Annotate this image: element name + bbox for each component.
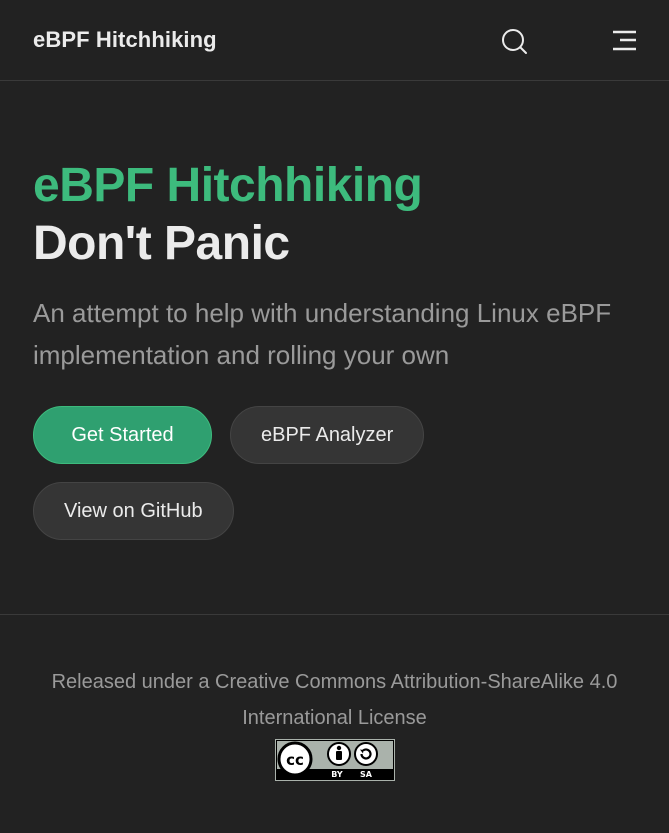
hero-actions: Get Started eBPF Analyzer View on GitHub (33, 406, 633, 540)
hero-name: eBPF Hitchhiking (33, 159, 423, 212)
badge-sa-label: SA (360, 770, 373, 779)
get-started-button[interactable]: Get Started (33, 406, 212, 464)
hero-text: Don't Panic (33, 217, 290, 270)
menu-icon[interactable] (610, 29, 638, 53)
footer: Released under a Creative Commons Attrib… (0, 664, 669, 786)
cc-by-sa-badge-icon[interactable]: cc BY SA (274, 739, 395, 781)
hero-tagline: An attempt to help with understanding Li… (33, 298, 612, 370)
view-on-github-button[interactable]: View on GitHub (33, 482, 234, 540)
navbar: eBPF Hitchhiking (0, 0, 669, 81)
footer-divider (0, 614, 669, 615)
badge-by-label: BY (331, 770, 343, 779)
hero: eBPF Hitchhiking Don't Panic An attempt … (0, 157, 669, 376)
page: eBPF Hitchhiking eBPF Hitchhiking Don't … (0, 0, 669, 833)
footer-message: Released under a Creative Commons Attrib… (51, 671, 618, 729)
ebpf-analyzer-button[interactable]: eBPF Analyzer (230, 406, 425, 464)
search-icon[interactable] (500, 27, 528, 55)
svg-text:cc: cc (286, 751, 304, 769)
site-title-link[interactable]: eBPF Hitchhiking (33, 27, 217, 53)
